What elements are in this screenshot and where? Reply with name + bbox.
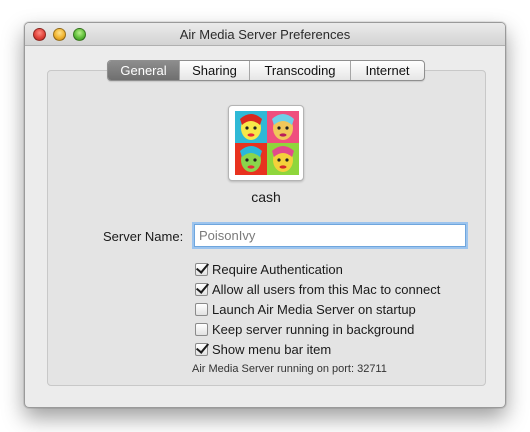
require-authentication-label: Require Authentication (212, 261, 343, 277)
zoom-window-button[interactable] (73, 28, 86, 41)
preferences-tab-bar: General Sharing Transcoding Internet (107, 60, 425, 81)
allow-all-users-checkbox[interactable] (195, 282, 208, 296)
pop-art-avatar-image (235, 111, 299, 175)
require-authentication-checkbox[interactable] (195, 262, 208, 276)
launch-on-startup-checkbox[interactable] (195, 302, 208, 316)
tab-sharing[interactable]: Sharing (180, 61, 250, 80)
show-menu-bar-item-label: Show menu bar item (212, 341, 332, 357)
title-bar[interactable]: Air Media Server Preferences (25, 23, 505, 46)
tab-internet[interactable]: Internet (351, 61, 424, 80)
allow-all-users-option[interactable]: Allow all users from this Mac to connect (195, 280, 440, 298)
allow-all-users-label: Allow all users from this Mac to connect (212, 281, 441, 297)
minimize-window-button[interactable] (53, 28, 66, 41)
preferences-window: Air Media Server Preferences General Sha… (24, 22, 506, 408)
show-menu-bar-item-checkbox[interactable] (195, 342, 208, 356)
tab-transcoding[interactable]: Transcoding (250, 61, 351, 80)
launch-on-startup-label: Launch Air Media Server on startup (212, 301, 416, 317)
server-name-input[interactable] (194, 224, 466, 247)
tab-general[interactable]: General (108, 61, 180, 80)
show-menu-bar-item-option[interactable]: Show menu bar item (195, 340, 331, 358)
require-authentication-option[interactable]: Require Authentication (195, 260, 343, 278)
close-window-button[interactable] (33, 28, 46, 41)
window-title: Air Media Server Preferences (179, 27, 351, 42)
server-status-text: Air Media Server running on port: 32711 (192, 363, 387, 375)
keep-running-in-background-checkbox[interactable] (195, 322, 208, 336)
user-name-label: cash (251, 189, 281, 205)
launch-on-startup-option[interactable]: Launch Air Media Server on startup (195, 300, 416, 318)
keep-running-in-background-label: Keep server running in background (212, 321, 415, 337)
user-avatar[interactable] (228, 105, 304, 181)
keep-running-in-background-option[interactable]: Keep server running in background (195, 320, 414, 338)
server-name-label: Server Name: (103, 229, 184, 244)
